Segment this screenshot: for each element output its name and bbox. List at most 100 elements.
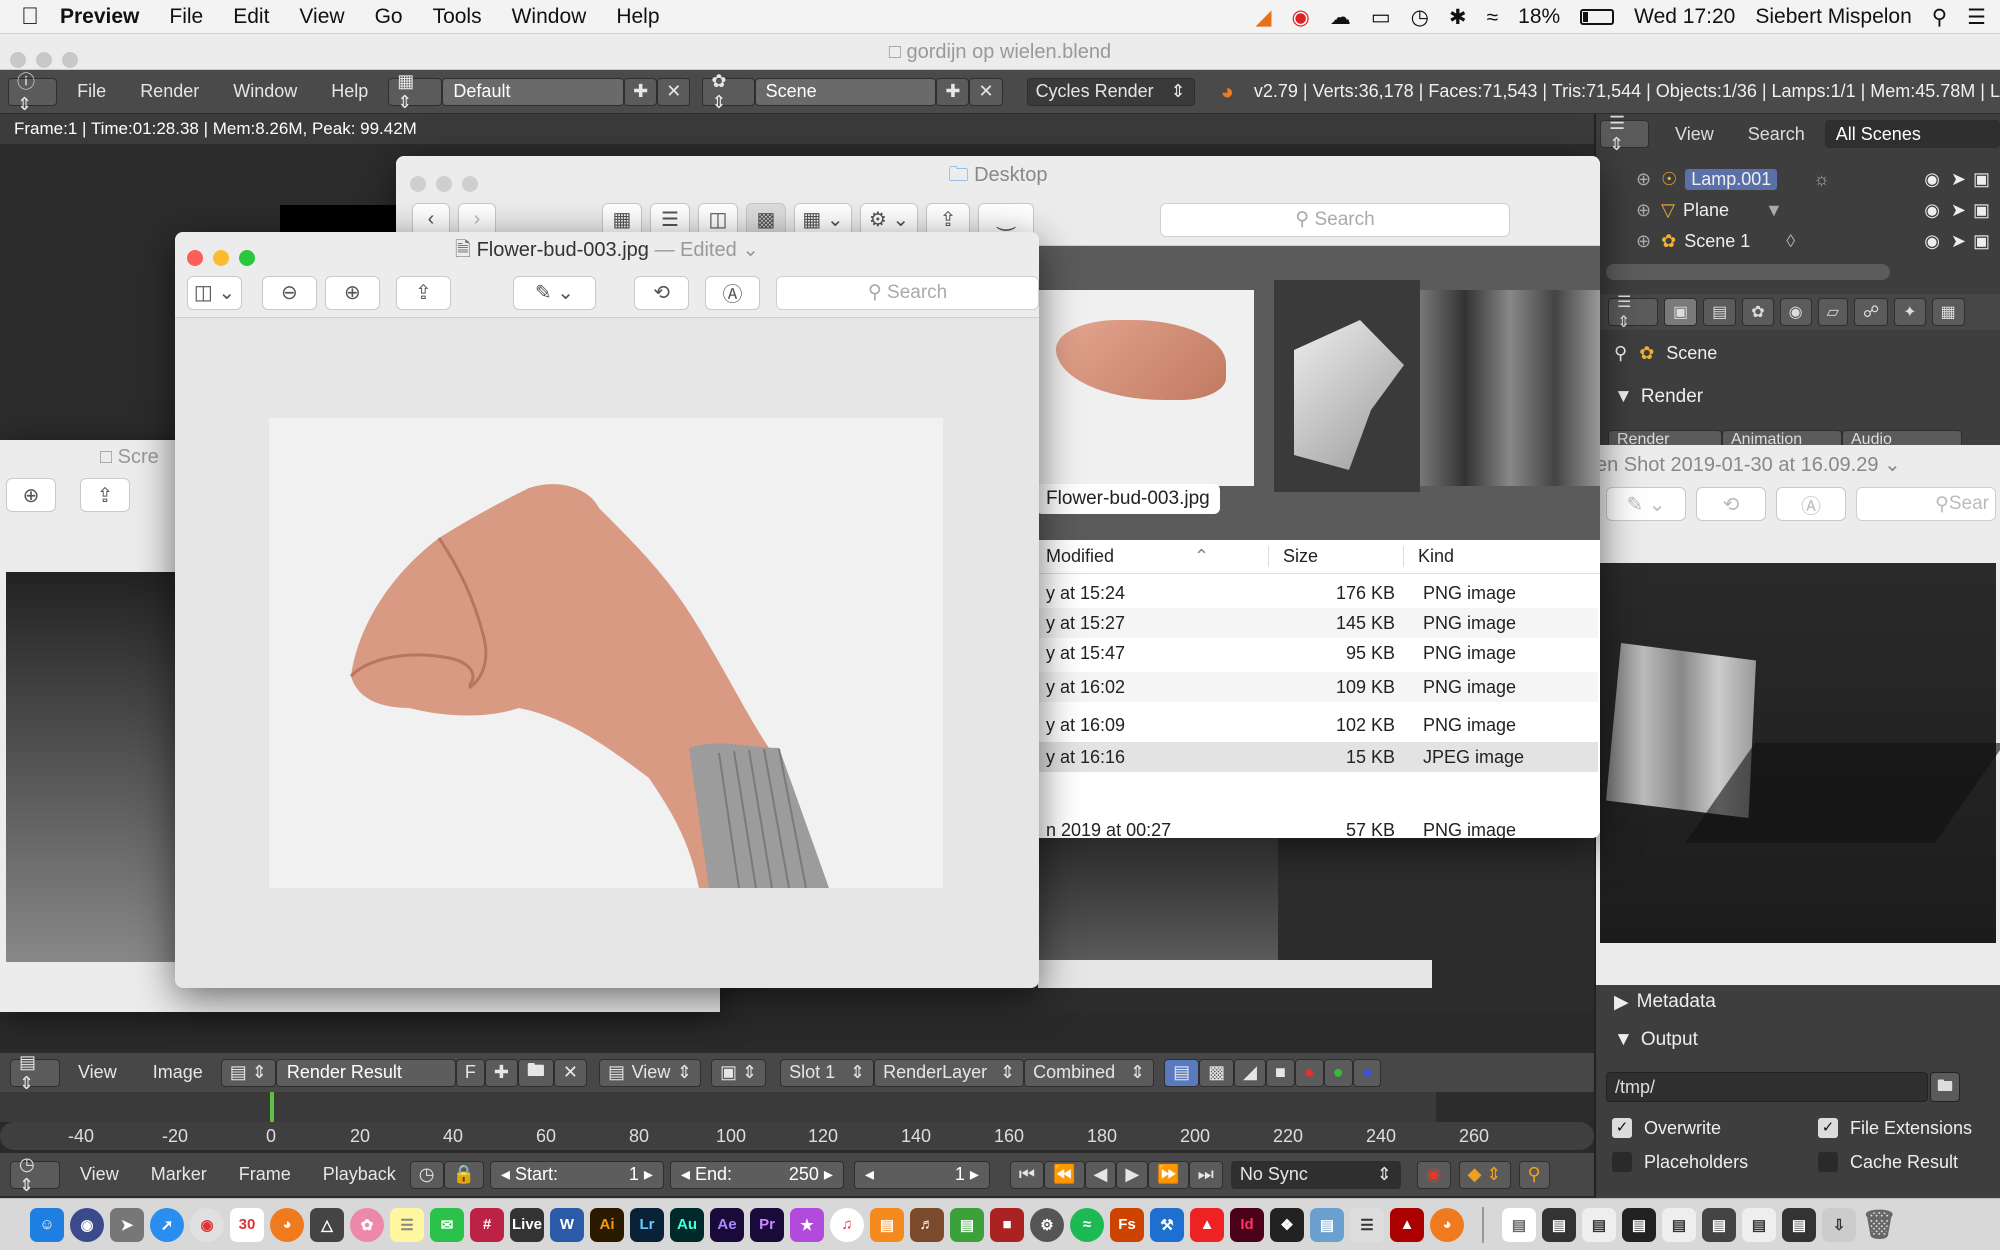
play-icon[interactable]: ▶ — [1116, 1160, 1149, 1189]
alpha-icon[interactable]: ▩ — [1199, 1058, 1235, 1087]
illustrator-dock-icon[interactable]: Ai — [590, 1207, 624, 1242]
output-panel-header[interactable]: ▼ Output — [1600, 1024, 2000, 1056]
select-arrow-icon[interactable]: ➤ — [1951, 231, 1966, 252]
sheets-dock-icon[interactable]: ▤ — [950, 1207, 984, 1242]
record-icon[interactable]: ◉ — [1416, 1160, 1451, 1189]
share-icon[interactable]: ⇪ — [80, 478, 130, 512]
markup-toolbar-icon[interactable]: Ⓐ — [705, 275, 761, 310]
finder-minimize-button[interactable] — [436, 176, 452, 192]
timeline-menu-playback[interactable]: Playback — [323, 1164, 396, 1185]
word-dock-icon[interactable]: W — [550, 1207, 584, 1242]
layout-field[interactable]: Default — [442, 77, 625, 106]
image-menu-image[interactable]: Image — [153, 1062, 203, 1083]
render-pass-dropdown[interactable]: Combined ⇕ — [1024, 1058, 1155, 1087]
slack-dock-icon[interactable]: # — [470, 1207, 504, 1242]
textedit-dock-icon[interactable]: ☰ — [1350, 1207, 1384, 1242]
col-modified-header[interactable]: Modified ⌃ — [1038, 546, 1268, 567]
menu-tools[interactable]: Tools — [433, 5, 482, 29]
scene-field[interactable]: Scene — [754, 77, 937, 106]
annotate-icon[interactable]: Ⓐ — [1776, 487, 1846, 521]
chrome-dock-icon[interactable]: ◉ — [190, 1207, 224, 1242]
audition-dock-icon[interactable]: Au — [670, 1207, 704, 1242]
visibility-eye-icon[interactable]: ◉ — [1924, 200, 1940, 221]
gallery-thumbnail-hand[interactable] — [1036, 290, 1254, 486]
outliner-filter-dropdown[interactable]: All Scenes — [1824, 120, 2000, 148]
pin-icon[interactable]: ⚲ — [1614, 343, 1627, 364]
render-camera-icon[interactable]: ▣ — [1973, 200, 1990, 221]
notes-dock-icon[interactable]: ☰ — [390, 1207, 424, 1242]
bluetooth-icon[interactable]: ✱ — [1449, 7, 1467, 28]
jump-keyframe-forward-icon[interactable]: ⏩ — [1148, 1160, 1189, 1189]
image-browse-icon[interactable]: ▤ ⇕ — [220, 1058, 276, 1087]
table-row[interactable]: y at 15:27 145 KB PNG image — [1038, 608, 1598, 638]
start-frame-field[interactable]: ◂ Start: 1 ▸ — [489, 1160, 664, 1189]
pivot-icon[interactable]: ▣ ⇕ — [711, 1058, 767, 1087]
table-row[interactable]: y at 16:02 109 KB PNG image — [1038, 672, 1598, 702]
dock-screenshot-2-icon[interactable]: ▤ — [1622, 1207, 1656, 1242]
preview-search[interactable]: ⚲ Search — [776, 275, 1039, 310]
table-row[interactable]: y at 16:09 102 KB PNG image — [1038, 710, 1598, 740]
time-machine-icon[interactable]: ◷ — [1411, 7, 1429, 28]
spotify-dock-icon[interactable]: ≈ — [1070, 1207, 1104, 1242]
spotlight-search-icon[interactable]: ⚲ — [1932, 7, 1947, 28]
green-channel-icon[interactable]: ● — [1323, 1058, 1353, 1087]
outliner-editor-type-icon[interactable]: ☰ ⇕ — [1600, 113, 1650, 154]
end-frame-field[interactable]: ◂ End: 250 ▸ — [669, 1160, 844, 1189]
preview-range-icon[interactable]: ◷ — [409, 1160, 444, 1189]
jump-keyframe-back-icon[interactable]: ⏪ — [1044, 1160, 1085, 1189]
timeline-menu-frame[interactable]: Frame — [239, 1164, 291, 1185]
outliner-row-lamp[interactable]: ⊕ ☉ Lamp.001 ☼ ◉ ➤ ▣ — [1600, 164, 2000, 194]
safari-dock-icon[interactable]: ➚ — [150, 1207, 184, 1242]
current-frame-field[interactable]: ◂ 1 ▸ — [853, 1160, 990, 1189]
inkscape-dock-icon[interactable]: ❖ — [1270, 1207, 1304, 1242]
outliner-row-scene1[interactable]: ⊕ ✿ Scene 1 ◊ ◉ ➤ ▣ — [1600, 226, 2000, 256]
output-panel-title[interactable]: Output — [1641, 1029, 1698, 1051]
battery-icon[interactable] — [1580, 9, 1615, 25]
texture-tab-icon[interactable]: ▦ — [1931, 298, 1965, 326]
sidebar-toggle-icon[interactable]: ◫ ⌄ — [187, 275, 242, 310]
preview-right-search[interactable]: ⚲ Sear — [1856, 487, 1996, 521]
view-mode-dropdown[interactable]: ▤ View ⇕ — [599, 1058, 702, 1087]
autodesk-dock-icon[interactable]: ▲ — [1190, 1207, 1224, 1242]
render-panel-title[interactable]: Render — [1641, 386, 1703, 408]
messages-dock-icon[interactable]: ✉ — [430, 1207, 464, 1242]
menu-edit[interactable]: Edit — [233, 5, 269, 29]
visibility-eye-icon[interactable]: ◉ — [1924, 169, 1940, 190]
render-panel-header[interactable]: ▼ Render — [1600, 382, 2000, 412]
channel-icon[interactable]: ■ — [1265, 1058, 1295, 1087]
dock-screenshot-3-icon[interactable]: ▤ — [1702, 1207, 1736, 1242]
red-channel-icon[interactable]: ● — [1294, 1058, 1324, 1087]
play-reverse-icon[interactable]: ◀ — [1084, 1160, 1117, 1189]
layers-tab-icon[interactable]: ▤ — [1703, 298, 1737, 326]
xcode-dock-icon[interactable]: ⚒ — [1150, 1207, 1184, 1242]
col-kind-header[interactable]: Kind — [1403, 546, 1454, 567]
wifi-icon[interactable]: ≈ — [1487, 7, 1499, 28]
finder-search[interactable]: ⚲ Search — [1160, 202, 1510, 237]
image-name-field[interactable]: Render Result — [275, 1058, 456, 1087]
select-arrow-icon[interactable]: ➤ — [1951, 169, 1966, 190]
playhead[interactable] — [270, 1092, 274, 1122]
game-dock-icon[interactable]: ■ — [990, 1207, 1024, 1242]
zoom-out-icon[interactable]: ⊖ — [261, 275, 317, 310]
timeline-editor-type-icon[interactable]: ◷ ⇕ — [10, 1154, 60, 1195]
slot-dropdown[interactable]: Slot 1 ⇕ — [780, 1058, 875, 1087]
keying-set-icon[interactable]: ◆ ⇕ — [1458, 1160, 1511, 1189]
creative-cloud-icon[interactable]: ◉ — [1292, 7, 1310, 28]
bookmark-icon[interactable]: ◢ — [1255, 7, 1271, 28]
select-arrow-icon[interactable]: ➤ — [1951, 200, 1966, 221]
constraints-tab-icon[interactable]: ☍ — [1853, 298, 1889, 326]
blue-channel-icon[interactable]: ● — [1352, 1058, 1382, 1087]
expand-icon[interactable]: ⊕ — [1636, 169, 1651, 190]
visibility-eye-icon[interactable]: ◉ — [1924, 231, 1940, 252]
downloads-stack-icon[interactable]: ⇩ — [1822, 1207, 1856, 1242]
gallery-thumbnail-room[interactable] — [1420, 290, 1600, 486]
preview-filename[interactable]: Flower-bud-003.jpg — [477, 239, 649, 261]
blender-menu-window[interactable]: Window — [233, 81, 297, 102]
object-tab-icon[interactable]: ▱ — [1817, 298, 1848, 326]
finder-maximize-button[interactable] — [462, 176, 478, 192]
menu-window[interactable]: Window — [512, 5, 587, 29]
timeline-menu-marker[interactable]: Marker — [151, 1164, 207, 1185]
dock-document-2-icon[interactable]: ▤ — [1582, 1207, 1616, 1242]
open-image-icon[interactable]: 🖿 — [517, 1058, 554, 1087]
timeline-menu-view[interactable]: View — [80, 1164, 119, 1185]
